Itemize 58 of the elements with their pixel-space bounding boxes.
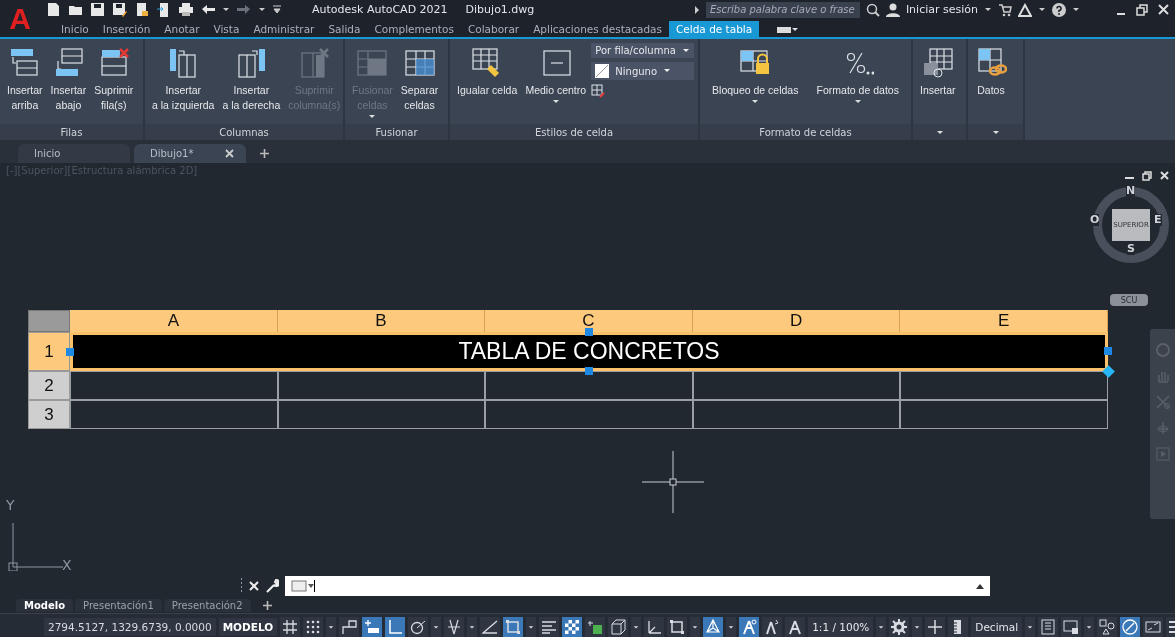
ucs-menu-button[interactable]: SCU — [1110, 294, 1148, 306]
row-header: 1 — [28, 332, 70, 371]
sign-in-link[interactable]: Iniciar sesión — [905, 3, 978, 16]
ribbon-button[interactable]: Insertar — [917, 41, 959, 124]
ribbon-tab[interactable]: Complementos — [367, 21, 461, 37]
column-header: C — [485, 310, 693, 332]
status-dropdown[interactable]: Decimal — [971, 617, 1023, 637]
file-name: Dibujo1.dwg — [465, 3, 535, 16]
compass-letter[interactable]: S — [1127, 243, 1135, 255]
ribbon-tab[interactable]: Vista — [206, 21, 247, 37]
ribbon-button[interactable]: Medio centro — [522, 41, 590, 124]
ribbon-button[interactable]: Insertar a la izquierda — [149, 41, 218, 124]
ribbon-button[interactable]: Suprimir fila(s) — [91, 41, 137, 124]
status-dropdown[interactable]: 1:1 / 100% — [808, 617, 874, 637]
ribbon-tab[interactable]: Inicio — [54, 21, 96, 37]
drawing-table[interactable]: A B C D E 1 TABLA DE CONCRETOS 2 3 — [28, 310, 1108, 429]
layout-tab[interactable]: Presentación2 — [163, 598, 251, 612]
layout-tab[interactable]: Presentación1 — [75, 598, 162, 612]
ribbon-button[interactable]: Igualar celda — [454, 41, 521, 124]
table-title-cell: TABLA DE CONCRETOS — [70, 332, 1108, 371]
ribbon-button[interactable]: Bloqueo de celdas — [709, 41, 802, 124]
file-tab[interactable]: Inicio — [18, 144, 130, 163]
column-header: E — [900, 310, 1108, 332]
axis-label: Y — [6, 497, 15, 513]
ribbon-tab[interactable]: Salida — [321, 21, 368, 37]
ribbon-tab[interactable]: Anotar — [157, 21, 207, 37]
panel-title: Formato de celdas — [759, 126, 852, 138]
coordinates-readout: 2794.5127, 1329.6739, 0.0000 — [44, 618, 216, 636]
model-space-button[interactable]: MODELO — [218, 618, 278, 636]
column-header: D — [692, 310, 901, 332]
compass-letter[interactable]: N — [1126, 185, 1136, 197]
search-field[interactable]: Escriba palabra clave o frase — [705, 1, 860, 18]
ribbon-button[interactable]: Datos — [972, 41, 1010, 124]
axis-label: X — [62, 557, 72, 573]
row-header: 3 — [28, 400, 70, 429]
ribbon-tab[interactable]: Colaborar — [460, 21, 527, 37]
ribbon-button[interactable]: Formato de datos — [813, 41, 902, 124]
column-header: A — [70, 310, 278, 332]
compass-letter[interactable]: O — [1090, 214, 1100, 226]
compass-letter[interactable]: E — [1154, 214, 1162, 226]
app-title: Autodesk AutoCAD 2021 — [312, 3, 448, 16]
ribbon-tab[interactable]: Aplicaciones destacadas — [526, 21, 669, 37]
ribbon-button[interactable]: Insertar arriba — [4, 41, 46, 124]
style-dropdown[interactable]: Por fila/columna — [591, 43, 694, 58]
ribbon-tab[interactable]: Inserción — [95, 21, 158, 37]
file-tab[interactable]: Dibujo1* — [134, 144, 246, 163]
ribbon-button[interactable]: Insertar a la derecha — [219, 41, 284, 124]
layout-tab[interactable]: Modelo — [16, 598, 74, 612]
panel-title: Fusionar — [375, 126, 418, 138]
row-header: 2 — [28, 371, 70, 400]
style-dropdown[interactable]: Ninguno — [591, 62, 694, 80]
panel-title: Filas — [60, 126, 83, 138]
column-header: B — [277, 310, 486, 332]
panel-title: Columnas — [219, 126, 269, 138]
ribbon-button[interactable]: Separar celdas — [397, 41, 442, 124]
ribbon-button[interactable]: Insertar abajo — [47, 41, 90, 124]
ribbon-tab[interactable]: Administrar — [246, 21, 322, 37]
panel-title: Estilos de celda — [534, 126, 614, 138]
